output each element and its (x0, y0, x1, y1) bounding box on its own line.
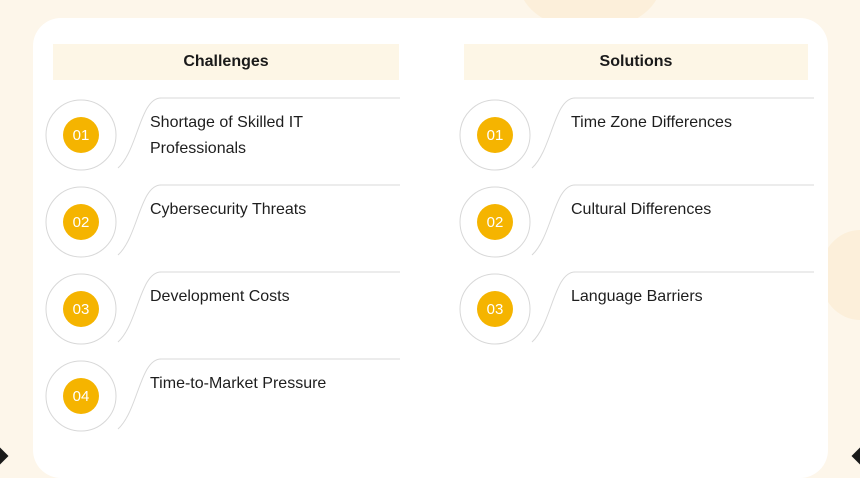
number-badge: 03 (477, 291, 513, 327)
list-item: 04 Time-to-Market Pressure (45, 358, 400, 433)
list-item: 02 Cultural Differences (458, 184, 814, 259)
number-badge: 04 (63, 378, 99, 414)
list-item: 03 Language Barriers (458, 271, 814, 346)
item-label: Time Zone Differences (571, 114, 732, 131)
corner-mark (0, 447, 9, 465)
item-label: Development Costs (150, 288, 290, 305)
number-badge: 01 (477, 117, 513, 153)
corner-mark (851, 447, 860, 465)
list-item: 03 Development Costs (45, 271, 400, 346)
item-label: Language Barriers (571, 288, 703, 305)
item-label: Time-to-Market Pressure (150, 375, 327, 392)
list-item: 01 Time Zone Differences (458, 97, 814, 172)
challenges-header-label: Challenges (183, 53, 269, 70)
solutions-header: Solutions (464, 44, 808, 80)
number-badge: 03 (63, 291, 99, 327)
solutions-header-label: Solutions (599, 53, 673, 70)
list-item: 02 Cybersecurity Threats (45, 184, 400, 259)
list-item: 01 Shortage of Skilled IT Professionals (45, 97, 400, 172)
number-badge: 01 (63, 117, 99, 153)
item-label: Cultural Differences (571, 201, 712, 218)
item-label: Shortage of Skilled IT Professionals (150, 114, 303, 157)
challenges-header: Challenges (53, 44, 399, 80)
item-label: Cybersecurity Threats (150, 201, 307, 218)
number-badge: 02 (63, 204, 99, 240)
number-badge: 02 (477, 204, 513, 240)
